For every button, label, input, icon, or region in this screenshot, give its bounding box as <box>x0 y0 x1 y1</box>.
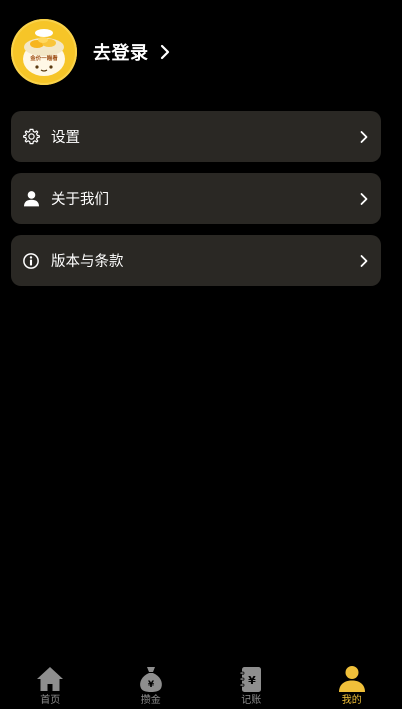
login-button[interactable]: 去登录 <box>93 39 171 65</box>
menu-list: 设置 关于我们 版本与条款 <box>11 111 381 297</box>
profile-header: 金价一瞄看 去登录 <box>11 19 171 85</box>
profile-icon <box>338 666 365 692</box>
profile-page: 金价一瞄看 去登录 设置 关于我们 版本与条款 首页 ¥ 攒金 ¥ 记账 我的 <box>0 0 402 709</box>
menu-item-about-us[interactable]: 关于我们 <box>11 173 381 224</box>
tab-label: 攒金 <box>140 695 161 706</box>
chevron-right-icon <box>360 130 368 143</box>
chevron-right-icon <box>360 254 368 267</box>
svg-text:¥: ¥ <box>248 674 256 687</box>
gear-icon <box>21 127 41 147</box>
info-icon <box>21 251 41 271</box>
tab-label: 记账 <box>241 695 262 706</box>
bottom-tab-bar: 首页 ¥ 攒金 ¥ 记账 我的 <box>0 659 402 709</box>
ledger-icon: ¥ <box>239 667 262 692</box>
home-icon <box>37 667 64 691</box>
tab-label: 我的 <box>341 695 362 706</box>
avatar-caption: 金价一瞄看 <box>29 54 58 62</box>
tab-label: 首页 <box>40 695 61 706</box>
user-icon <box>21 189 41 209</box>
menu-item-settings[interactable]: 设置 <box>11 111 381 162</box>
menu-item-label: 设置 <box>51 130 80 146</box>
svg-text:¥: ¥ <box>148 680 155 690</box>
tab-home[interactable]: 首页 <box>0 659 101 709</box>
money-bag-icon: ¥ <box>139 667 162 692</box>
tab-ledger[interactable]: ¥ 记账 <box>201 659 302 709</box>
menu-item-label: 关于我们 <box>51 192 109 208</box>
login-label: 去登录 <box>93 43 149 64</box>
chevron-right-icon <box>360 192 368 205</box>
tab-mine[interactable]: 我的 <box>302 659 402 709</box>
menu-item-version-terms[interactable]: 版本与条款 <box>11 235 381 286</box>
tab-save-gold[interactable]: ¥ 攒金 <box>101 659 202 709</box>
menu-item-label: 版本与条款 <box>51 254 124 270</box>
avatar[interactable]: 金价一瞄看 <box>11 19 77 85</box>
chevron-right-icon <box>160 44 169 60</box>
